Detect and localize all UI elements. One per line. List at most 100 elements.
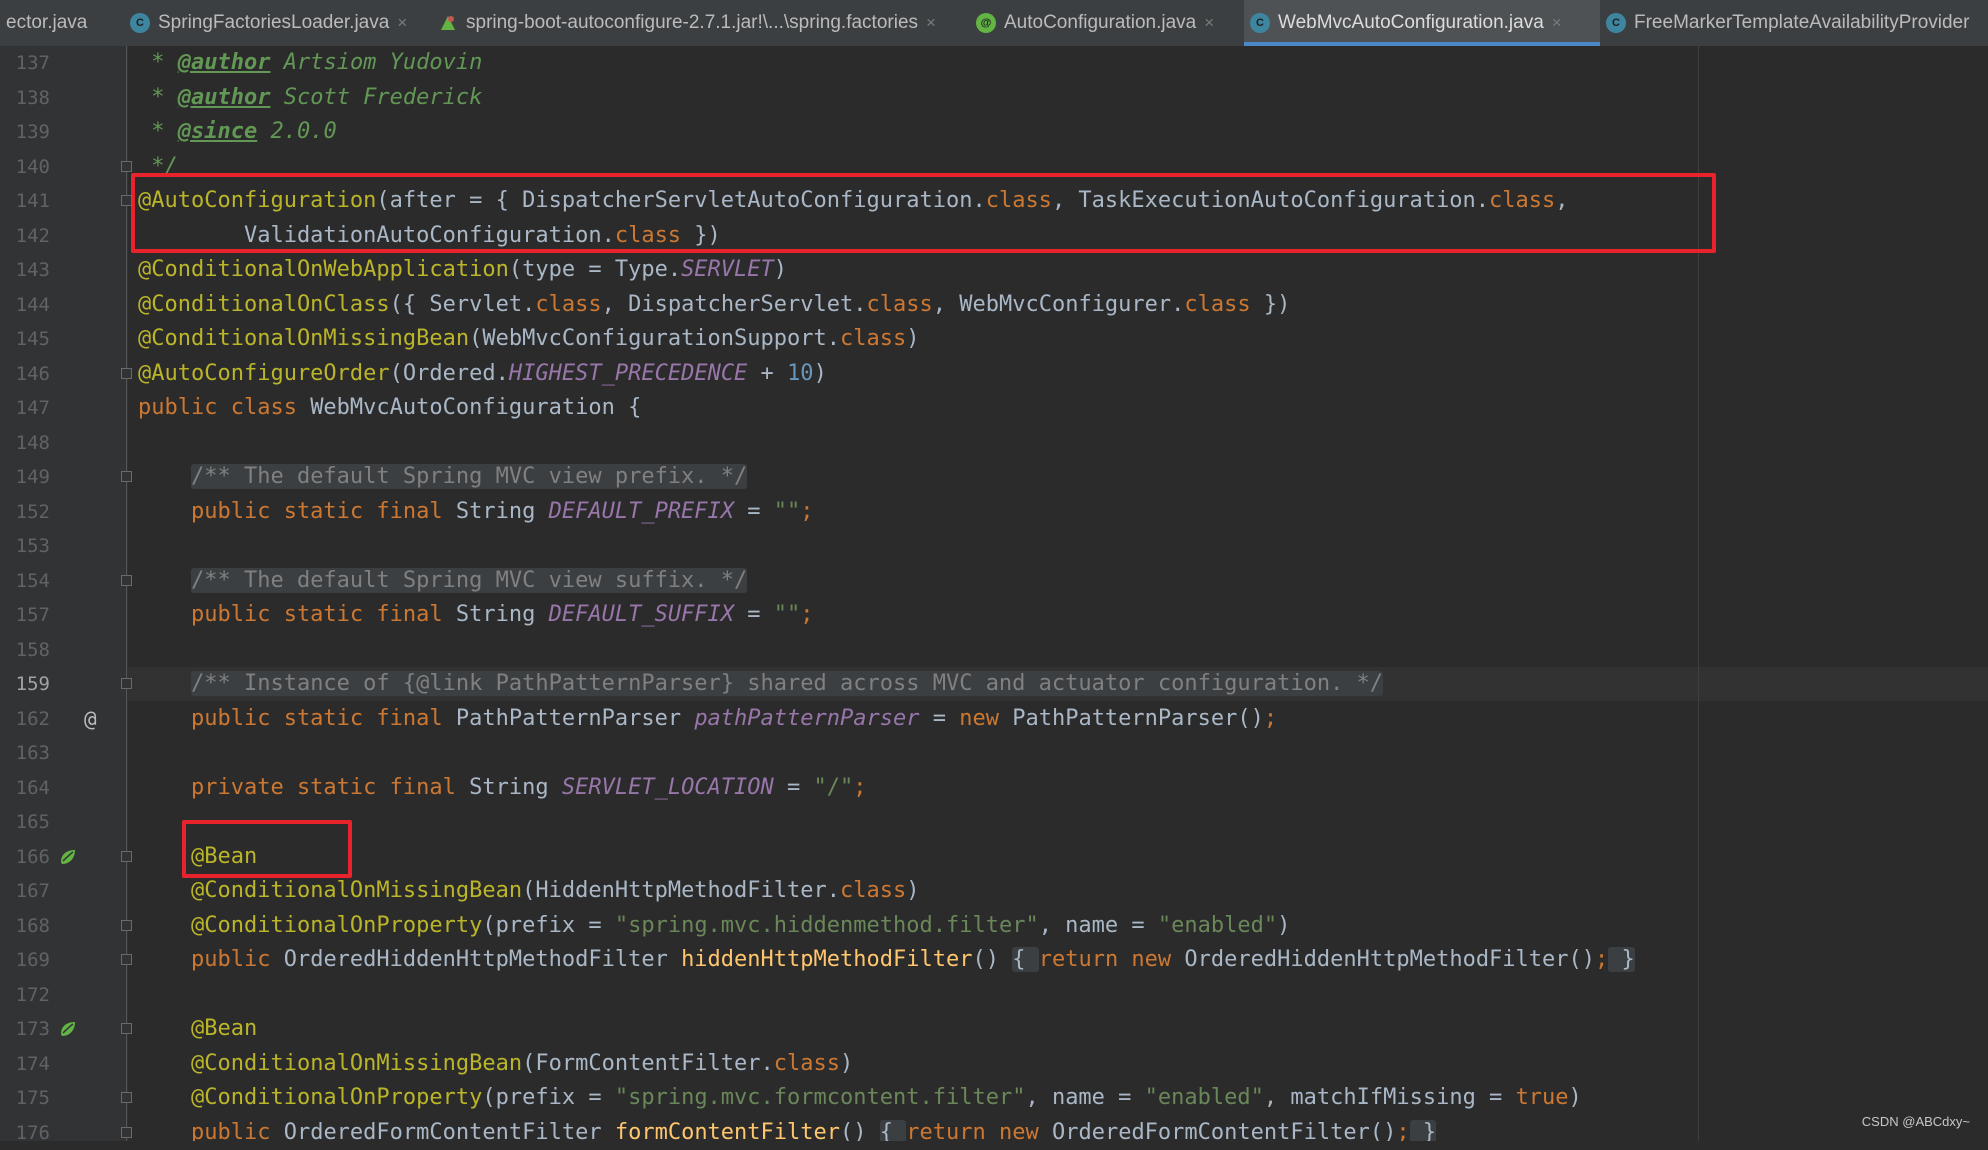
code-token: "/" xyxy=(813,774,854,800)
code-token: class xyxy=(773,1050,841,1076)
code-token: }) xyxy=(1250,291,1291,317)
code-token: return new xyxy=(906,1119,1052,1142)
line-number: 148 xyxy=(15,431,50,454)
tab-springfactoriesloader-java[interactable]: C SpringFactoriesLoader.java × xyxy=(124,0,432,46)
fold-toggle-icon[interactable] xyxy=(121,160,132,172)
annotation-gutter-icon[interactable]: @ xyxy=(84,702,97,736)
tab-freemarkertemplateavailabilityprovider[interactable]: C FreeMarkerTemplateAvailabilityProvider xyxy=(1600,0,1988,46)
code-token: () xyxy=(840,1119,880,1142)
code-token: @Bean xyxy=(190,1016,258,1041)
fold-toggle-icon[interactable] xyxy=(121,919,132,931)
code-line[interactable]: @ConditionalOnProperty(prefix = "spring.… xyxy=(138,1081,1582,1115)
fold-toggle-icon[interactable] xyxy=(121,195,132,206)
tab-webmvcautoconfiguration-java[interactable]: C WebMvcAutoConfiguration.java × xyxy=(1244,0,1600,46)
close-icon[interactable]: × xyxy=(397,13,407,33)
fold-toggle-icon[interactable] xyxy=(121,471,132,482)
code-line[interactable]: public OrderedFormContentFilter formCont… xyxy=(138,1116,1437,1142)
code-token: public class xyxy=(138,395,311,420)
code-line[interactable]: /** Instance of {@link PathPatternParser… xyxy=(138,667,1384,701)
class-icon: C xyxy=(130,13,150,33)
code-token: @author xyxy=(177,50,271,75)
code-token: , name = xyxy=(1038,912,1158,938)
code-line[interactable]: public class WebMvcAutoConfiguration { xyxy=(138,391,641,425)
tab-label: SpringFactoriesLoader.java xyxy=(158,12,390,33)
code-line[interactable]: @ConditionalOnClass({ Servlet.class, Dis… xyxy=(138,288,1290,322)
highlight-box-bean xyxy=(182,820,352,878)
line-number: 158 xyxy=(15,638,50,661)
code-line[interactable]: /** The default Spring MVC view prefix. … xyxy=(138,460,748,494)
line-number: 143 xyxy=(15,259,50,281)
fold-toggle-icon[interactable] xyxy=(121,850,132,862)
code-line[interactable]: * @author Artsiom Yudovin xyxy=(138,46,482,80)
fold-toggle-icon[interactable] xyxy=(121,678,132,689)
close-icon[interactable]: × xyxy=(1204,13,1214,33)
tab-spring-boot-autoconfigure-2-7-1-jar-spring-factories[interactable]: spring-boot-autoconfigure-2.7.1.jar!\...… xyxy=(432,0,970,46)
code-line[interactable]: public static final PathPatternParser pa… xyxy=(138,702,1277,736)
fold-toggle-icon[interactable] xyxy=(121,1092,132,1103)
code-token: public xyxy=(138,1119,284,1142)
code-token: public static final xyxy=(138,705,456,731)
close-icon[interactable]: × xyxy=(926,13,936,33)
code-token: class xyxy=(840,326,907,351)
tab-label: ector.java xyxy=(6,12,88,33)
code-token: = xyxy=(773,774,814,800)
code-line[interactable]: public static final String DEFAULT_SUFFI… xyxy=(138,598,814,632)
code-line[interactable]: private static final String SERVLET_LOCA… xyxy=(138,771,867,805)
code-line[interactable]: @ConditionalOnMissingBean(WebMvcConfigur… xyxy=(138,322,920,356)
code-token: ; xyxy=(1595,947,1609,972)
tab-ector-java[interactable]: ector.java xyxy=(0,0,124,46)
code-line[interactable]: @ConditionalOnMissingBean(FormContentFil… xyxy=(138,1047,853,1081)
code-line[interactable]: /** The default Spring MVC view suffix. … xyxy=(138,564,748,598)
code-token: ; xyxy=(853,774,867,800)
fold-toggle-icon[interactable] xyxy=(121,574,132,586)
code-token: @ConditionalOnProperty xyxy=(190,1085,483,1110)
code-token: Artsiom Yudovin xyxy=(270,50,483,75)
code-line[interactable]: @ConditionalOnWebApplication(type = Type… xyxy=(138,253,787,287)
code-token: (Ordered. xyxy=(389,360,509,386)
code-line[interactable]: @ConditionalOnProperty(prefix = "spring.… xyxy=(138,909,1290,943)
fold-toggle-icon[interactable] xyxy=(121,954,132,965)
code-token: "spring.mvc.hiddenmethod.filter" xyxy=(614,912,1039,938)
code-token: "enabled" xyxy=(1144,1085,1264,1110)
gutter-separator xyxy=(126,46,127,1141)
code-token: { xyxy=(1012,947,1039,972)
code-token: , matchIfMissing = xyxy=(1263,1085,1516,1110)
tab-label: FreeMarkerTemplateAvailabilityProvider xyxy=(1634,12,1970,33)
fold-toggle-icon[interactable] xyxy=(121,1023,132,1034)
code-token: OrderedFormContentFilter xyxy=(283,1119,615,1142)
line-number: 163 xyxy=(15,742,50,764)
code-line[interactable]: public OrderedHiddenHttpMethodFilter hid… xyxy=(138,943,1635,977)
spring-bean-icon[interactable] xyxy=(58,847,78,867)
code-line[interactable]: * @since 2.0.0 xyxy=(138,115,336,149)
code-token: @ConditionalOnMissingBean xyxy=(190,1050,523,1076)
code-token: pathPatternParser xyxy=(694,705,920,731)
code-token: () xyxy=(972,947,1013,972)
code-line[interactable]: @AutoConfigureOrder(Ordered.HIGHEST_PREC… xyxy=(138,357,827,391)
code-token: /** The default Spring MVC view suffix. … xyxy=(190,567,748,593)
code-line[interactable]: public static final String DEFAULT_PREFI… xyxy=(138,495,814,529)
code-token: "" xyxy=(773,602,801,627)
code-line[interactable]: @ConditionalOnMissingBean(HiddenHttpMeth… xyxy=(138,874,920,908)
tab-autoconfiguration-java[interactable]: @ AutoConfiguration.java × xyxy=(970,0,1244,46)
code-token: SERVLET xyxy=(681,257,774,282)
fold-toggle-icon[interactable] xyxy=(121,1126,132,1138)
code-line[interactable]: @Bean xyxy=(138,1012,257,1046)
line-number: 149 xyxy=(15,466,50,488)
code-token: "enabled" xyxy=(1157,912,1278,938)
fold-toggle-icon[interactable] xyxy=(121,367,132,379)
code-token: PathPatternParser() xyxy=(1012,705,1264,731)
tab-label: WebMvcAutoConfiguration.java xyxy=(1278,12,1544,33)
spring-bean-icon[interactable] xyxy=(58,1019,78,1039)
code-token: SERVLET_LOCATION xyxy=(561,774,774,800)
line-number: 157 xyxy=(15,604,50,626)
close-icon[interactable]: × xyxy=(1552,13,1562,33)
class-icon: C xyxy=(1250,13,1270,33)
code-token: public static final xyxy=(138,498,456,524)
code-line[interactable]: * @author Scott Frederick xyxy=(138,81,482,115)
code-token: hiddenHttpMethodFilter xyxy=(681,947,973,972)
code-token: OrderedHiddenHttpMethodFilter() xyxy=(1184,947,1596,972)
code-token: @author xyxy=(177,84,271,110)
